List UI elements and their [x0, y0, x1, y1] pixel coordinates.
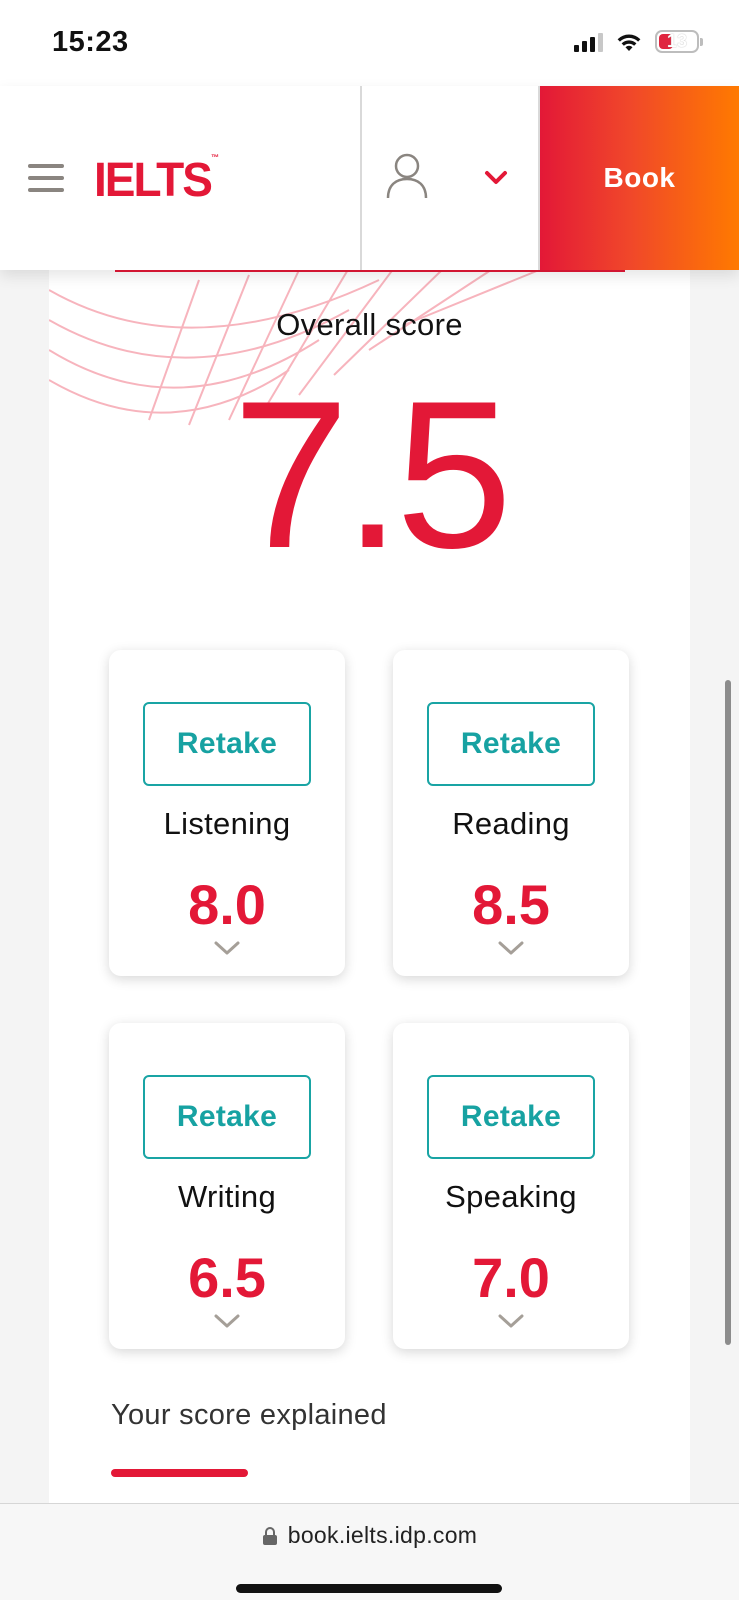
- app-header: IELTS™ Book: [0, 86, 739, 270]
- chevron-down-icon: [485, 171, 507, 184]
- browser-address-bar[interactable]: book.ielts.idp.com: [0, 1503, 739, 1600]
- battery-icon: 13: [655, 30, 703, 53]
- score-tile-listening[interactable]: Retake Listening 8.0: [109, 650, 345, 976]
- score-explained-tab[interactable]: Your score explained: [111, 1399, 387, 1432]
- chevron-down-icon[interactable]: [497, 1313, 525, 1329]
- retake-button-speaking[interactable]: Retake: [427, 1075, 595, 1159]
- status-bar: 15:23 13: [0, 0, 739, 86]
- home-indicator[interactable]: [236, 1584, 502, 1593]
- overall-score-label: Overall score: [276, 307, 463, 342]
- results-card: Overall score 7.5 Retake Listening 8.0 R…: [49, 250, 690, 1505]
- url-container[interactable]: book.ielts.idp.com: [0, 1522, 739, 1549]
- retake-button-listening[interactable]: Retake: [143, 702, 311, 786]
- section-score-speaking: 7.0: [472, 1246, 550, 1309]
- account-menu-button[interactable]: [362, 86, 538, 270]
- retake-button-reading[interactable]: Retake: [427, 702, 595, 786]
- status-time: 15:23: [52, 26, 129, 58]
- status-icons: 13: [574, 30, 703, 53]
- logo-tm: ™: [210, 152, 219, 163]
- chevron-down-icon[interactable]: [213, 940, 241, 956]
- section-name-listening: Listening: [163, 806, 291, 841]
- signal-icon: [574, 32, 603, 52]
- lock-icon: [262, 1526, 277, 1545]
- menu-icon[interactable]: [28, 164, 64, 192]
- url-text[interactable]: book.ielts.idp.com: [288, 1522, 478, 1549]
- section-name-reading: Reading: [452, 806, 570, 841]
- section-name-speaking: Speaking: [445, 1179, 577, 1214]
- section-name-writing: Writing: [178, 1179, 276, 1214]
- active-tab-underline: [111, 1469, 248, 1477]
- book-button[interactable]: Book: [540, 86, 739, 270]
- user-icon: [386, 153, 428, 199]
- overall-score-value: 7.5: [232, 357, 513, 592]
- score-tile-reading[interactable]: Retake Reading 8.5: [393, 650, 629, 976]
- score-tile-speaking[interactable]: Retake Speaking 7.0: [393, 1023, 629, 1349]
- retake-button-writing[interactable]: Retake: [143, 1075, 311, 1159]
- wifi-icon: [617, 34, 641, 51]
- scrollbar[interactable]: [725, 680, 731, 1345]
- section-score-writing: 6.5: [188, 1246, 266, 1309]
- ielts-logo[interactable]: IELTS™: [94, 151, 219, 208]
- section-score-listening: 8.0: [188, 873, 266, 936]
- score-tile-writing[interactable]: Retake Writing 6.5: [109, 1023, 345, 1349]
- chevron-down-icon[interactable]: [213, 1313, 241, 1329]
- chevron-down-icon[interactable]: [497, 940, 525, 956]
- logo-text: IELTS: [94, 151, 213, 207]
- battery-level: 13: [666, 31, 688, 51]
- section-score-reading: 8.5: [472, 873, 550, 936]
